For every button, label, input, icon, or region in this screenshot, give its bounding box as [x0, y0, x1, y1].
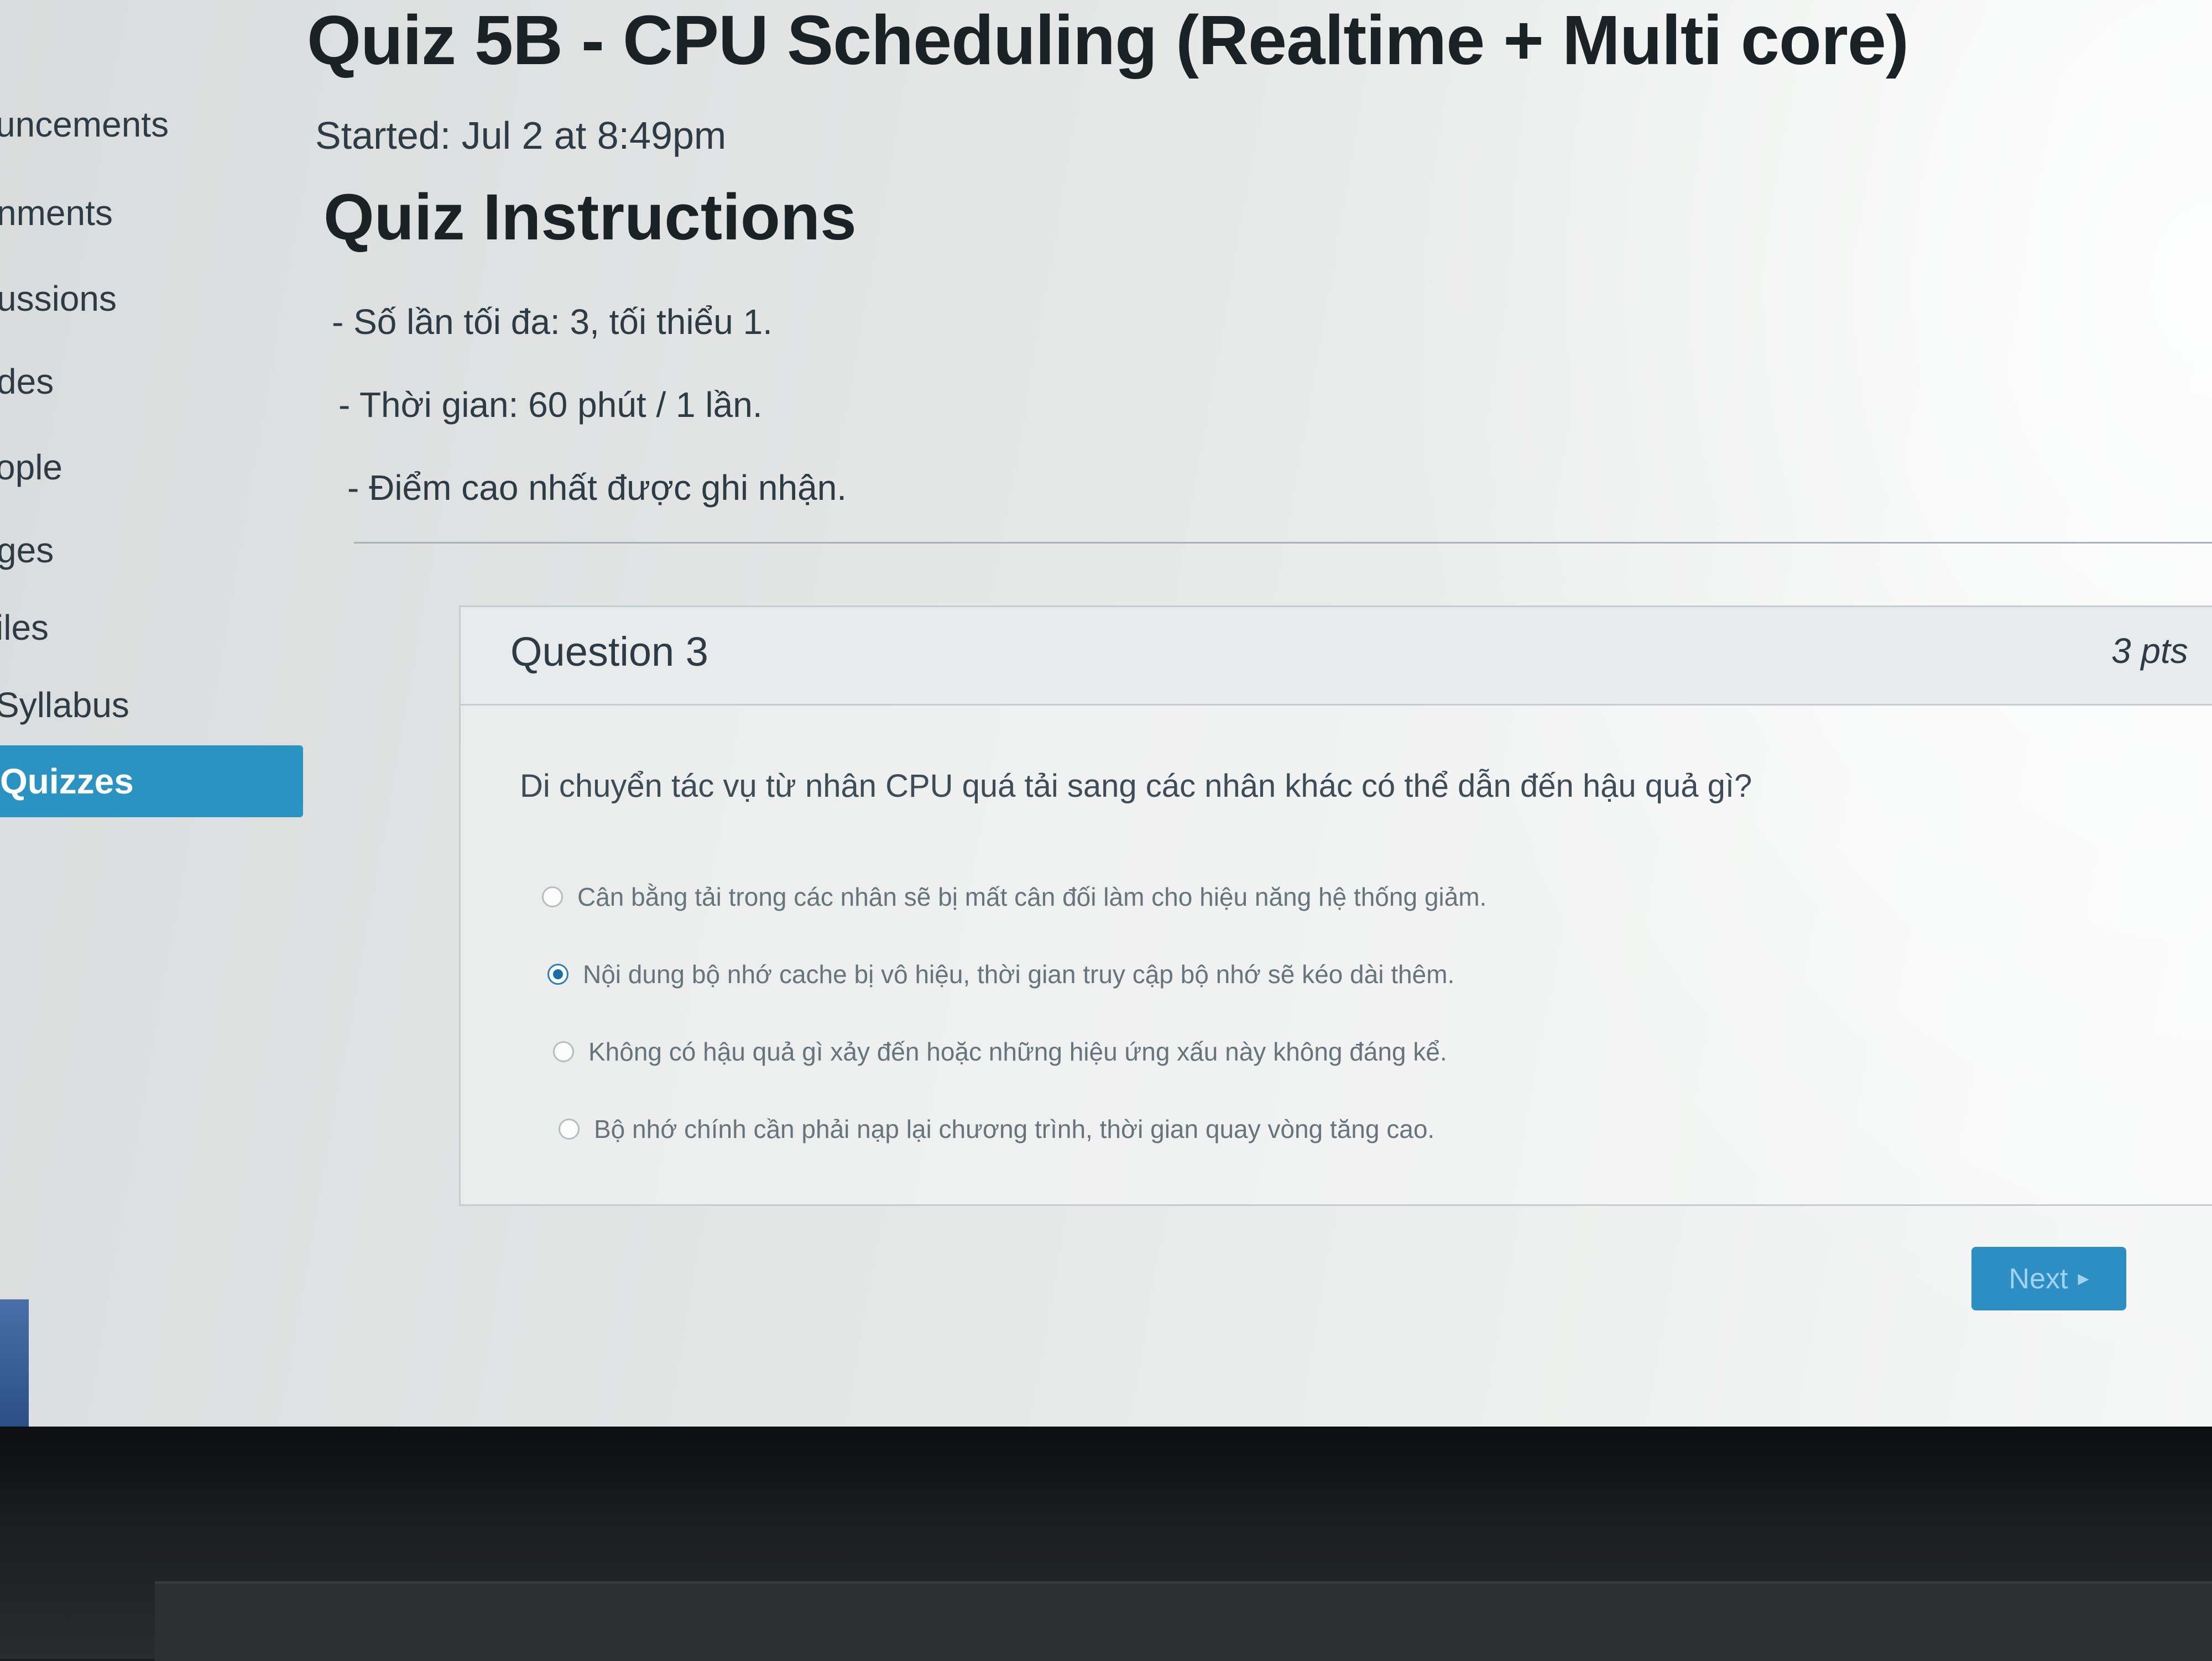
- instruction-line: - Điểm cao nhất được ghi nhận.: [347, 468, 847, 508]
- instruction-line: - Số lần tối đa: 3, tối thiểu 1.: [332, 302, 773, 342]
- radio-button[interactable]: [553, 1041, 574, 1062]
- sidebar-item-grades[interactable]: des: [0, 348, 163, 415]
- question-text: Di chuyển tác vụ từ nhân CPU quá tải san…: [520, 768, 1752, 804]
- next-button[interactable]: Next ▶: [1971, 1247, 2126, 1310]
- answer-option[interactable]: Bộ nhớ chính cần phải nạp lại chương trì…: [559, 1114, 1434, 1144]
- sidebar-item-announcements[interactable]: uncements: [0, 91, 178, 158]
- question-header: Question 3 3 pts: [461, 607, 2212, 706]
- sidebar-item-quizzes[interactable]: Quizzes: [0, 745, 303, 817]
- answer-option[interactable]: Không có hậu quả gì xảy đến hoặc những h…: [553, 1037, 1447, 1067]
- divider: [354, 542, 2212, 544]
- radio-button[interactable]: [542, 886, 563, 907]
- triangle-right-icon: ▶: [2078, 1270, 2089, 1287]
- answer-label: Nội dung bộ nhớ cache bị vô hiệu, thời g…: [583, 960, 1455, 989]
- question-title: Question 3: [510, 629, 708, 675]
- quiz-instructions-heading: Quiz Instructions: [324, 181, 857, 254]
- answer-label: Không có hậu quả gì xảy đến hoặc những h…: [588, 1037, 1447, 1066]
- next-button-label: Next: [2008, 1262, 2068, 1295]
- radio-button-selected[interactable]: [547, 964, 568, 985]
- sidebar-item-discussions[interactable]: ussions: [0, 265, 163, 332]
- question-card: Question 3 3 pts Di chuyển tác vụ từ nhâ…: [459, 605, 2212, 1206]
- sidebar-item-syllabus[interactable]: Syllabus: [0, 672, 161, 738]
- sidebar-item-pages[interactable]: ges: [0, 517, 163, 583]
- answer-label: Bộ nhớ chính cần phải nạp lại chương trì…: [594, 1115, 1435, 1143]
- sidebar-item-files[interactable]: iles: [0, 594, 161, 661]
- quiz-started-time: Started: Jul 2 at 8:49pm: [315, 114, 727, 157]
- laptop-key-row: [155, 1581, 2212, 1661]
- radio-button[interactable]: [559, 1119, 580, 1140]
- question-points: 3 pts: [2111, 631, 2188, 671]
- instruction-line: - Thời gian: 60 phút / 1 lần.: [338, 385, 763, 425]
- answer-label: Cân bằng tải trong các nhân sẽ bị mất câ…: [577, 882, 1487, 911]
- sidebar-item-people[interactable]: ople: [0, 434, 161, 500]
- answer-option[interactable]: Cân bằng tải trong các nhân sẽ bị mất câ…: [542, 882, 1486, 912]
- screen-edge-accent: [0, 1299, 29, 1427]
- course-navigation: uncements nments ussions des ople ges il…: [0, 0, 310, 1427]
- page-title: Quiz 5B - CPU Scheduling (Realtime + Mul…: [307, 1, 1909, 79]
- sidebar-item-assignments[interactable]: nments: [0, 180, 163, 246]
- answer-option[interactable]: Nội dung bộ nhớ cache bị vô hiệu, thời g…: [547, 959, 1454, 989]
- screen: uncements nments ussions des ople ges il…: [0, 0, 2212, 1427]
